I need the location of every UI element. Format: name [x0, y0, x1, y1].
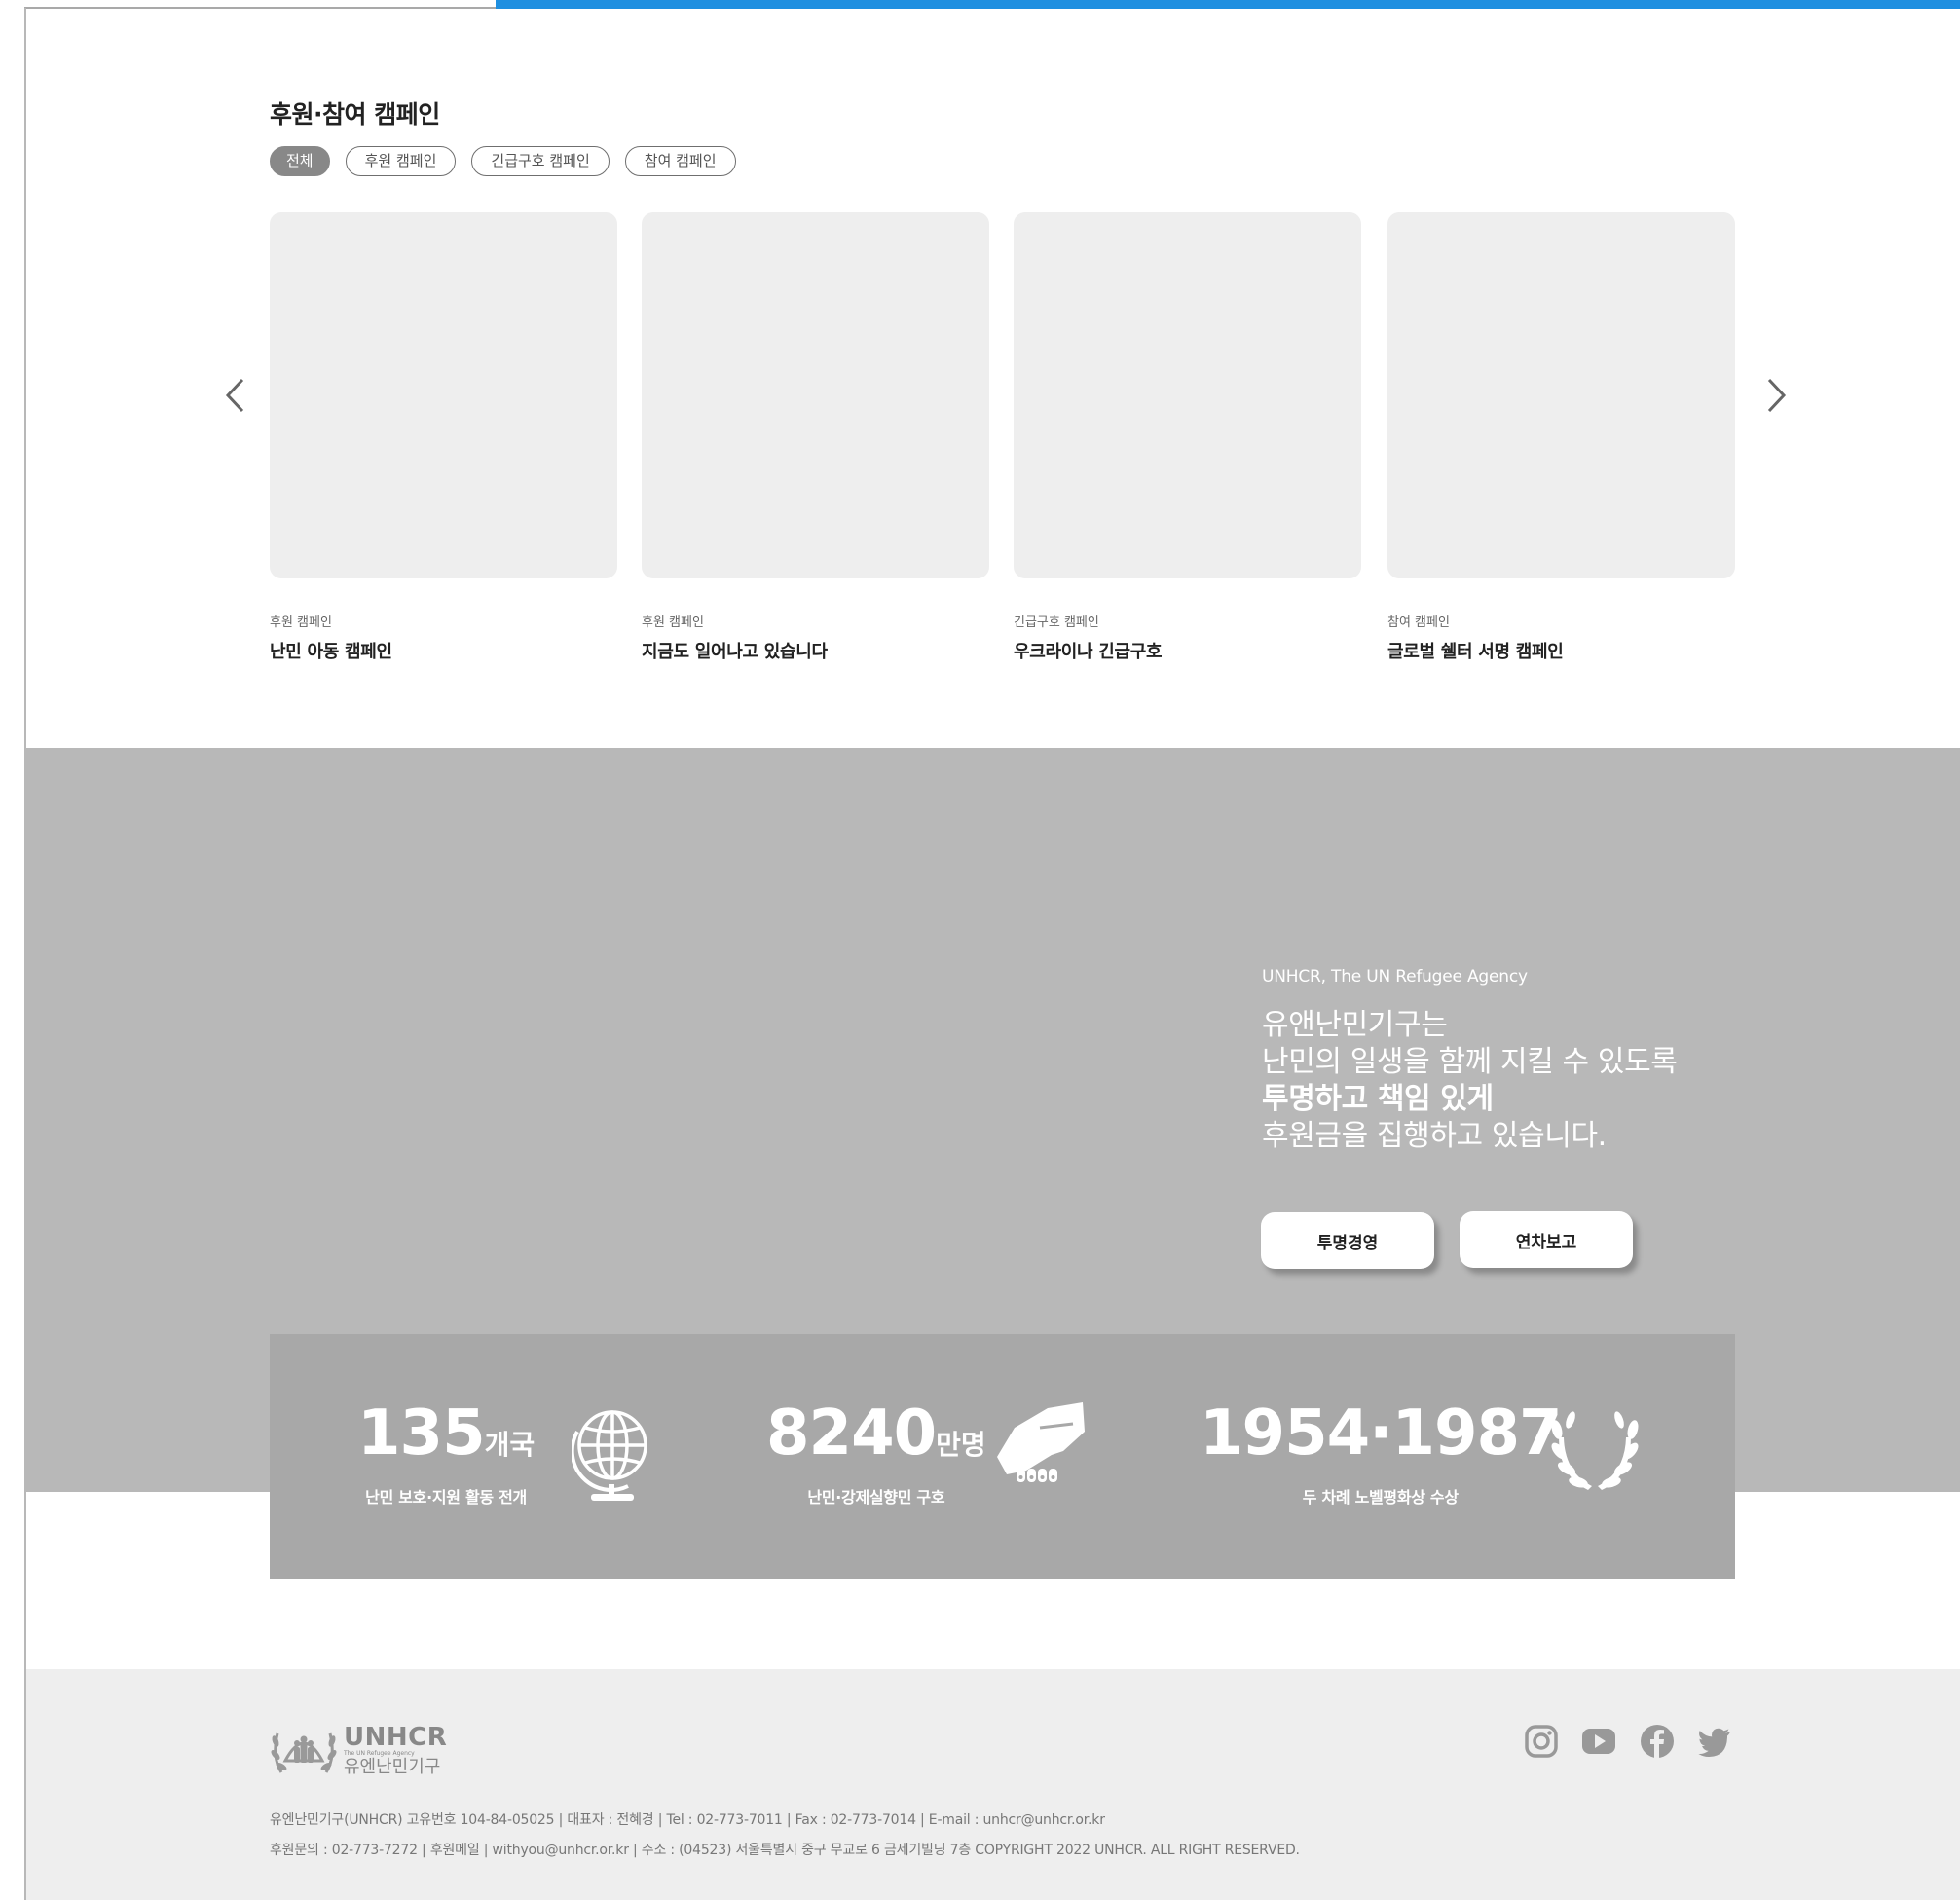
campaign-card-image[interactable] [1014, 212, 1361, 578]
stat-nobel: 1954·1987 두 차례 노벨평화상 수상 [1200, 1397, 1563, 1508]
campaign-card[interactable]: 참여 캠페인 글로벌 쉘터 서명 캠페인 [1387, 212, 1735, 663]
youtube-icon [1582, 1729, 1615, 1754]
footer-contact-info: 후원문의 : 02-773-7272 | 후원메일 | withyou@unhc… [270, 1843, 1300, 1858]
campaign-card-title[interactable]: 우크라이나 긴급구호 [1014, 638, 1361, 663]
stat-countries: 135개국 난민 보호·지원 활동 전개 [357, 1402, 535, 1508]
campaign-card[interactable]: 긴급구호 캠페인 우크라이나 긴급구호 [1014, 212, 1361, 663]
unhcr-logo[interactable]: UNHCR The UN Refugee Agency 유엔난민기구 [270, 1722, 447, 1778]
filter-tab-all[interactable]: 전체 [270, 146, 330, 176]
promo-eyebrow: UNHCR, The UN Refugee Agency [1262, 967, 1528, 987]
campaign-card-image[interactable] [1387, 212, 1735, 578]
logo-korean-name: 유엔난민기구 [344, 1756, 441, 1777]
campaign-card-title[interactable]: 난민 아동 캠페인 [270, 638, 617, 663]
campaign-card[interactable]: 후원 캠페인 난민 아동 캠페인 [270, 212, 617, 663]
stat-value: 1954·1987 [1200, 1397, 1563, 1470]
stat-people: 8240만명 난민·강제실향민 구호 [766, 1402, 986, 1508]
handshake-icon [997, 1402, 1085, 1482]
stat-label: 난민 보호·지원 활동 전개 [365, 1488, 527, 1507]
instagram-icon [1525, 1725, 1558, 1758]
filter-tab-donation[interactable]: 후원 캠페인 [345, 146, 457, 176]
chevron-right-icon [1767, 378, 1787, 413]
promo-headline: 유앤난민기구는 난민의 일생을 함께 지킬 수 있도록 투명하고 책임 있게 후… [1262, 1007, 1678, 1155]
campaign-card-category: 후원 캠페인 [642, 615, 704, 630]
carousel-next-button[interactable] [1760, 376, 1790, 415]
filter-tab-emergency[interactable]: 긴급구호 캠페인 [471, 146, 610, 176]
stat-label: 난민·강제실향민 구호 [807, 1488, 945, 1507]
instagram-link[interactable] [1524, 1724, 1559, 1759]
stats-panel: 135개국 난민 보호·지원 활동 전개 8240만명 난민·강제실향민 구호 [270, 1334, 1735, 1579]
promo-line: 후원금을 집행하고 있습니다. [1262, 1119, 1607, 1153]
campaign-card-title[interactable]: 글로벌 쉘터 서명 캠페인 [1387, 638, 1735, 663]
footer [26, 1669, 1960, 1900]
youtube-link[interactable] [1581, 1724, 1616, 1759]
campaign-filter-tabs: 전체 후원 캠페인 긴급구호 캠페인 참여 캠페인 [270, 146, 736, 176]
campaign-card-image[interactable] [270, 212, 617, 578]
transparency-button[interactable]: 투명경영 [1261, 1212, 1434, 1269]
campaign-card[interactable]: 후원 캠페인 지금도 일어나고 있습니다 [642, 212, 989, 663]
stat-unit: 개국 [484, 1429, 536, 1461]
logo-wordmark: UNHCR [344, 1722, 448, 1752]
globe-icon [572, 1410, 647, 1501]
stat-label: 두 차례 노벨평화상 수상 [1302, 1488, 1459, 1507]
facebook-icon [1641, 1725, 1674, 1758]
campaign-section-title: 후원·참여 캠페인 [270, 100, 440, 129]
annual-report-button[interactable]: 연차보고 [1460, 1211, 1633, 1268]
stat-value: 8240만명 [766, 1397, 986, 1470]
twitter-link[interactable] [1697, 1724, 1732, 1759]
promo-line-emphasis: 투명하고 책임 있게 [1262, 1082, 1494, 1116]
campaign-card-title[interactable]: 지금도 일어나고 있습니다 [642, 638, 989, 663]
promo-line: 유앤난민기구는 [1262, 1008, 1448, 1042]
stat-unit: 만명 [936, 1429, 986, 1461]
campaign-card-category: 긴급구호 캠페인 [1014, 615, 1099, 630]
laurel-icon [1551, 1411, 1639, 1490]
campaign-card-category: 참여 캠페인 [1387, 615, 1450, 630]
unhcr-emblem-icon [271, 1732, 337, 1773]
filter-tab-participation[interactable]: 참여 캠페인 [624, 146, 736, 176]
campaign-card-image[interactable] [642, 212, 989, 578]
footer-company-info: 유엔난민기구(UNHCR) 고유번호 104-84-05025 | 대표자 : … [270, 1812, 1105, 1828]
facebook-link[interactable] [1640, 1724, 1675, 1759]
stat-value: 135개국 [357, 1397, 536, 1470]
campaign-card-category: 후원 캠페인 [270, 615, 332, 630]
promo-line: 난민의 일생을 함께 지킬 수 있도록 [1262, 1045, 1678, 1079]
chevron-left-icon [225, 378, 244, 413]
twitter-icon [1698, 1728, 1730, 1758]
carousel-prev-button[interactable] [222, 376, 251, 415]
logo-text: UNHCR The UN Refugee Agency 유엔난민기구 [344, 1725, 447, 1776]
